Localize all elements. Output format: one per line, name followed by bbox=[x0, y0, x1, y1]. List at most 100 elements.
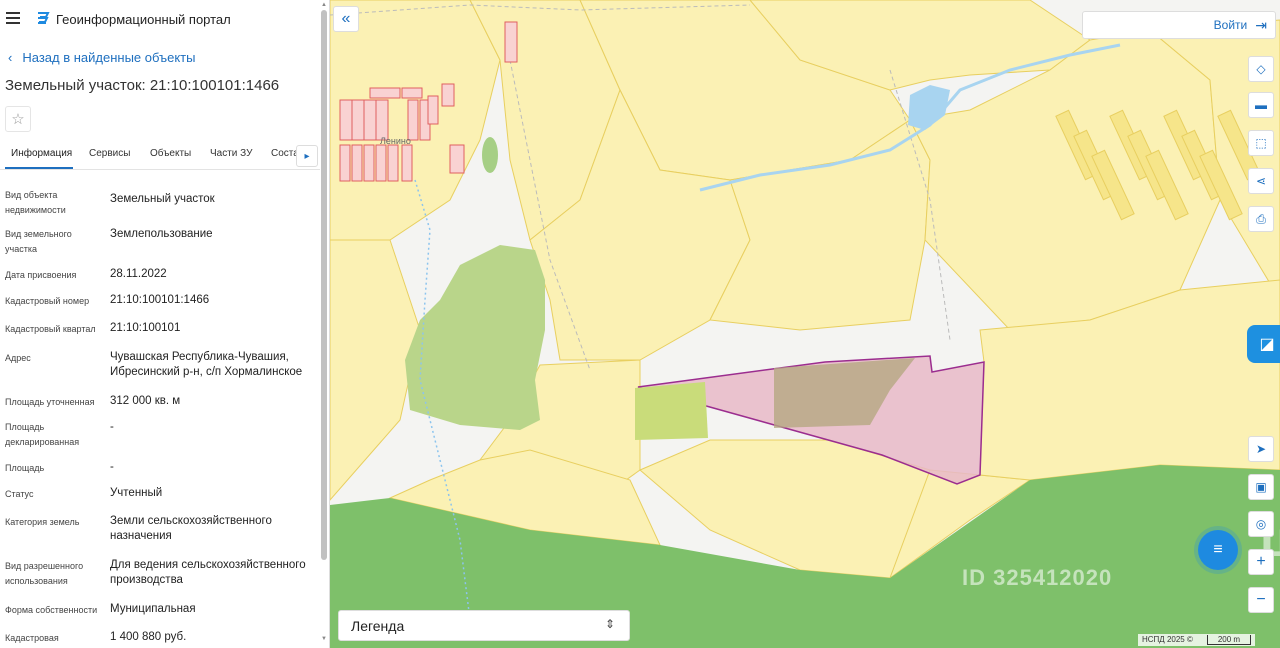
print-button[interactable]: ⎙ bbox=[1248, 206, 1274, 232]
zoom-in-button[interactable]: + bbox=[1248, 549, 1274, 575]
info-value: Землепользование bbox=[110, 228, 213, 240]
building[interactable] bbox=[387, 144, 399, 182]
small-grove bbox=[482, 137, 498, 173]
portal-logo-icon bbox=[38, 12, 50, 24]
back-link-label: Назад в найденные объекты bbox=[22, 50, 196, 65]
info-key: Адрес bbox=[5, 353, 31, 363]
building[interactable] bbox=[369, 87, 401, 99]
info-key: Кадастровая bbox=[5, 633, 59, 643]
minimap-icon: ▣ bbox=[1255, 480, 1267, 494]
favorite-button[interactable]: ☆ bbox=[5, 106, 31, 132]
plus-icon: + bbox=[1256, 553, 1266, 570]
login-button[interactable]: Войти ⇥ bbox=[1082, 11, 1276, 39]
locate-button[interactable]: ➤ bbox=[1248, 436, 1274, 462]
tab-objects[interactable]: Объекты bbox=[150, 148, 191, 159]
watermark-id: ID 325412020 bbox=[962, 565, 1113, 590]
ruler-icon: ▬ bbox=[1255, 98, 1267, 112]
info-key: Форма собственности bbox=[5, 605, 98, 615]
info-key: Дата присвоения bbox=[5, 270, 77, 280]
tab-services[interactable]: Сервисы bbox=[89, 148, 130, 159]
map-canvas[interactable]: Ленино циан ID 325412020 bbox=[330, 0, 1280, 648]
menu-icon[interactable] bbox=[6, 12, 20, 24]
building[interactable] bbox=[401, 87, 423, 99]
info-value: - bbox=[110, 461, 114, 473]
share-button[interactable]: ⋖ bbox=[1248, 168, 1274, 194]
info-value: 21:10:100101 bbox=[110, 322, 181, 334]
building[interactable] bbox=[427, 95, 439, 125]
info-key: Вид объекта недвижимости bbox=[5, 190, 66, 215]
info-key: Кадастровый номер bbox=[5, 296, 90, 306]
collapse-sidebar-button[interactable]: « bbox=[333, 6, 359, 32]
building[interactable] bbox=[441, 83, 455, 107]
portal-title: Геоинформационный портал bbox=[56, 12, 231, 27]
active-tab-indicator bbox=[5, 167, 73, 169]
map-graphics bbox=[330, 0, 1280, 648]
building[interactable] bbox=[504, 21, 518, 63]
building[interactable] bbox=[351, 144, 363, 182]
village-label: Ленино bbox=[380, 136, 411, 146]
info-key: Площадь bbox=[5, 463, 45, 473]
info-key: Площадь декларированная bbox=[5, 422, 80, 447]
chat-button[interactable]: ≡ bbox=[1198, 530, 1238, 570]
building[interactable] bbox=[375, 99, 389, 141]
tab-bar: Информация Сервисы Объекты Части ЗУ Сост… bbox=[0, 143, 320, 170]
info-value: 28.11.2022 bbox=[110, 268, 167, 280]
chevron-right-icon: ▸ bbox=[304, 150, 310, 162]
info-key: Кадастровый квартал bbox=[5, 324, 96, 334]
tab-parts[interactable]: Части ЗУ bbox=[210, 148, 252, 159]
print-icon: ⎙ bbox=[1256, 211, 1266, 226]
legend-label: Легенда bbox=[351, 617, 405, 634]
building[interactable] bbox=[375, 144, 387, 182]
select-icon: ⬚ bbox=[1255, 136, 1267, 150]
legend-dropdown[interactable]: Легенда ⇕ bbox=[338, 610, 630, 641]
info-value: Учтенный bbox=[110, 487, 163, 499]
building[interactable] bbox=[407, 99, 419, 141]
info-value: Земли сельскохозяйственного назначения bbox=[110, 515, 272, 542]
navigation-arrow-icon: ➤ bbox=[1255, 442, 1267, 456]
info-key: Вид разрешенного использования bbox=[5, 561, 84, 586]
tab-info[interactable]: Информация bbox=[11, 148, 72, 159]
green-field bbox=[635, 382, 708, 440]
info-value: Чувашская Республика-Чувашия, Ибресински… bbox=[110, 351, 303, 378]
info-value: 312 000 кв. м bbox=[110, 395, 181, 407]
tabs-scroll-right-button[interactable]: ▸ bbox=[296, 145, 318, 167]
building[interactable] bbox=[339, 144, 351, 182]
measure-button[interactable]: ▬ bbox=[1248, 92, 1274, 118]
layers-button[interactable]: ◇ bbox=[1248, 56, 1274, 82]
select-area-button[interactable]: ⬚ bbox=[1248, 130, 1274, 156]
building[interactable] bbox=[363, 144, 375, 182]
building[interactable] bbox=[339, 99, 353, 141]
minus-icon: − bbox=[1256, 591, 1266, 608]
info-value: 21:10:100101:1466 bbox=[110, 294, 210, 306]
building[interactable] bbox=[363, 99, 377, 141]
object-title: Земельный участок: 21:10:100101:1466 bbox=[5, 77, 280, 94]
tab-composition[interactable]: Соста bbox=[271, 148, 299, 159]
building[interactable] bbox=[401, 144, 413, 182]
tab-clip: Соста bbox=[266, 143, 300, 167]
info-key: Площадь уточненная bbox=[5, 397, 95, 407]
back-to-results-link[interactable]: ‹ Назад в найденные объекты bbox=[8, 50, 195, 65]
building[interactable] bbox=[449, 144, 465, 174]
login-label: Войти bbox=[1213, 18, 1248, 32]
building[interactable] bbox=[351, 99, 365, 141]
sidebar-scrollbar[interactable] bbox=[321, 10, 327, 560]
attribution-text: НСПД 2025 © bbox=[1142, 635, 1193, 644]
geolocation-icon: ◎ bbox=[1255, 517, 1267, 531]
info-key: Статус bbox=[5, 489, 34, 499]
chat-icon: ≡ bbox=[1213, 541, 1223, 558]
info-value: - bbox=[110, 421, 114, 433]
scale-label: 200 m bbox=[1217, 635, 1241, 644]
topbar: Геоинформационный портал bbox=[0, 0, 329, 38]
double-chevron-left-icon: « bbox=[341, 10, 351, 27]
scale-bar: 200 m bbox=[1206, 635, 1252, 645]
scroll-down-arrow-icon[interactable]: ▼ bbox=[321, 636, 327, 642]
star-icon: ☆ bbox=[11, 111, 25, 128]
zoom-out-button[interactable]: − bbox=[1248, 587, 1274, 613]
cian-logo-icon: ◪ bbox=[1259, 336, 1275, 353]
info-value: Земельный участок bbox=[110, 193, 215, 205]
chevron-left-icon: ‹ bbox=[8, 50, 13, 65]
scroll-up-arrow-icon[interactable]: ▲ bbox=[321, 2, 327, 8]
geolocation-button[interactable]: ◎ bbox=[1248, 511, 1274, 537]
minimap-button[interactable]: ▣ bbox=[1248, 474, 1274, 500]
cian-widget-button[interactable]: ◪ bbox=[1247, 325, 1280, 363]
